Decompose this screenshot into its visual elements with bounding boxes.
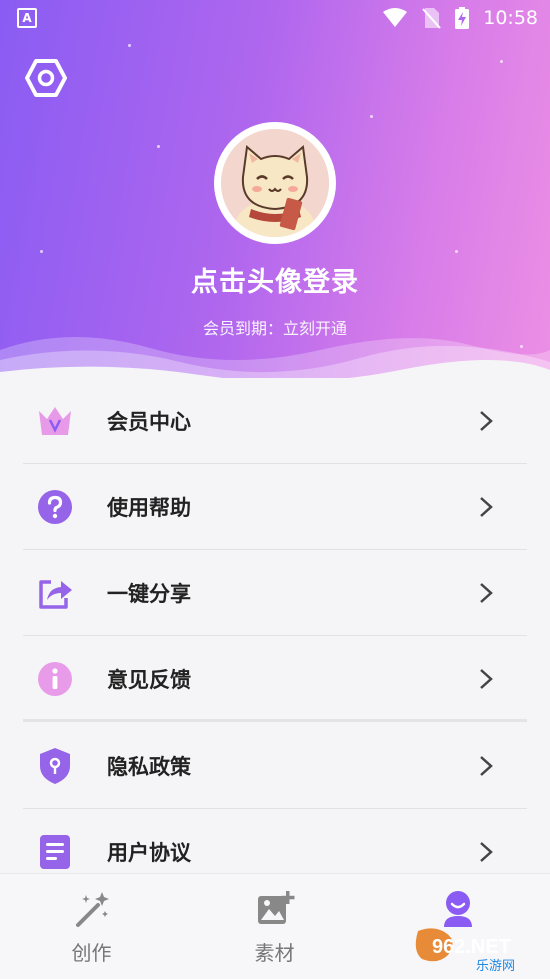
chevron-right-icon (480, 496, 493, 517)
menu-label: 隐私政策 (107, 754, 191, 779)
settings-menu: 会员中心 使用帮助 一键分享 意见反馈 隐私政策 用户协议 (0, 378, 550, 873)
menu-item-member-center[interactable]: 会员中心 (23, 378, 527, 463)
chevron-right-icon (480, 410, 493, 431)
watermark-text: 962.NET (432, 936, 511, 958)
info-icon (35, 659, 75, 699)
sparkle (370, 115, 373, 118)
menu-label: 使用帮助 (107, 495, 191, 520)
status-bar: A 10:58 (0, 0, 550, 38)
bottom-tab-bar: 创作 素材 962.NET 乐游网 (0, 873, 550, 979)
menu-item-feedback[interactable]: 意见反馈 (23, 636, 527, 721)
document-icon (35, 832, 75, 872)
notification-letter: A (22, 11, 32, 25)
share-icon (35, 573, 75, 613)
status-icons: 10:58 (383, 4, 538, 32)
image-add-icon (257, 891, 294, 924)
header-wave (0, 336, 550, 380)
app-notification-icon: A (17, 8, 37, 28)
menu-item-privacy[interactable]: 隐私政策 (23, 723, 527, 808)
menu-item-share[interactable]: 一键分享 (23, 550, 527, 635)
watermark-subtitle: 乐游网 (476, 959, 515, 973)
avatar[interactable] (214, 122, 336, 244)
no-sim-icon (422, 8, 441, 29)
chevron-right-icon (480, 668, 493, 689)
sparkle (455, 250, 458, 253)
menu-label: 用户协议 (107, 840, 191, 865)
hexagon-settings-icon (25, 59, 67, 97)
cat-avatar-image (221, 129, 329, 237)
wifi-icon (383, 8, 408, 27)
watermark-logo: 962.NET 乐游网 (415, 928, 515, 973)
section-divider (23, 719, 527, 722)
tab-materials[interactable]: 素材 (183, 874, 366, 979)
menu-label: 意见反馈 (107, 667, 191, 692)
tab-label: 创作 (71, 941, 112, 965)
user-icon (443, 891, 472, 927)
help-icon (35, 487, 75, 527)
menu-label: 会员中心 (107, 409, 191, 434)
magic-wand-icon (75, 892, 109, 927)
menu-label: 一键分享 (107, 581, 191, 606)
battery-charging-icon (455, 7, 470, 29)
sparkle (500, 60, 503, 63)
sparkle (40, 250, 43, 253)
settings-button[interactable] (24, 56, 68, 100)
chevron-right-icon (480, 582, 493, 603)
chevron-right-icon (480, 841, 493, 862)
login-prompt[interactable]: 点击头像登录 (0, 260, 550, 299)
chevron-right-icon (480, 755, 493, 776)
tab-create[interactable]: 创作 (0, 874, 183, 979)
crown-icon (35, 401, 75, 441)
sparkle (157, 145, 160, 148)
status-time: 10:58 (483, 7, 538, 29)
tab-label: 素材 (254, 941, 295, 965)
sparkle (128, 44, 131, 47)
menu-item-help[interactable]: 使用帮助 (23, 464, 527, 549)
profile-header: A 10:58 点击头像登录 会员到期：立刻开通 (0, 0, 550, 380)
shield-icon (35, 746, 75, 786)
